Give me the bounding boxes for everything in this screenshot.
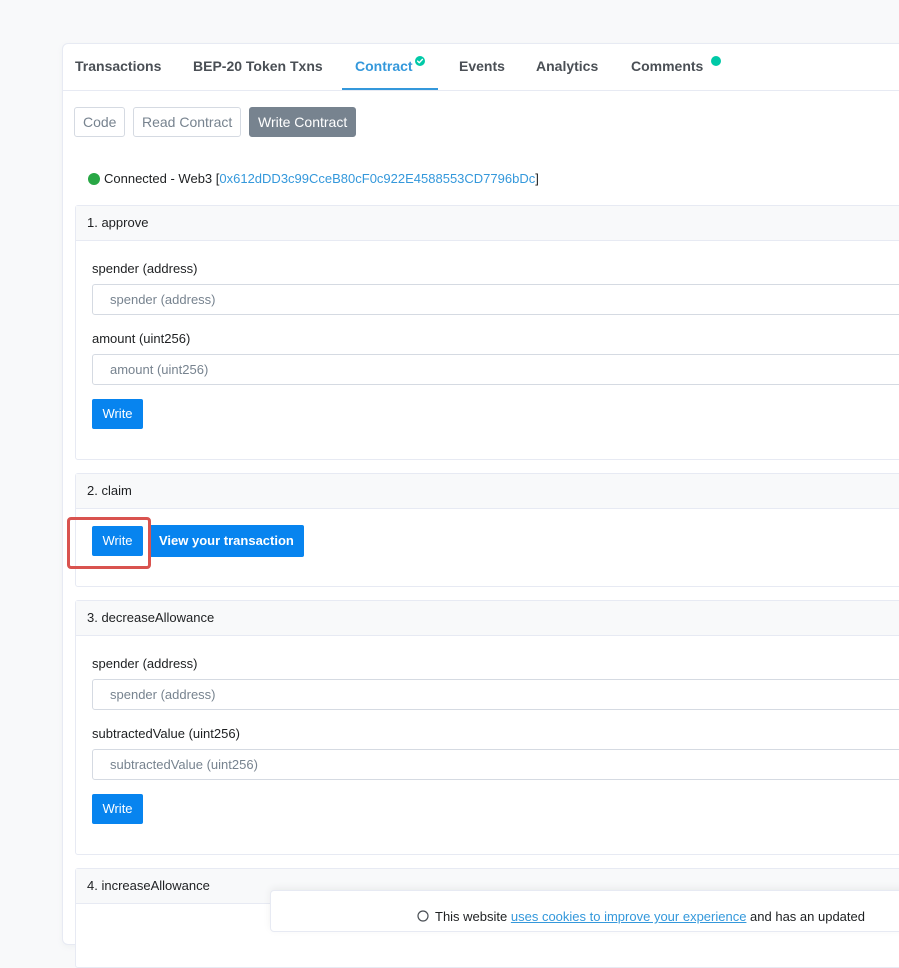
decrease-spender-label: spender (address) — [92, 656, 198, 671]
read-contract-button[interactable]: Read Contract — [133, 107, 242, 137]
info-icon — [417, 910, 429, 922]
subtracted-value-label: subtractedValue (uint256) — [92, 726, 240, 741]
cookie-banner-text: This website uses cookies to improve you… — [417, 909, 865, 924]
function-panel-claim: 2. claim Write View your transaction — [75, 473, 899, 587]
tab-transactions[interactable]: Transactions — [75, 58, 161, 74]
connection-status-suffix: ] — [535, 171, 539, 186]
approve-spender-label: spender (address) — [92, 261, 198, 276]
function-header-decrease-allowance[interactable]: 3. decreaseAllowance — [76, 601, 899, 636]
connection-status: Connected - Web3 [0x612dDD3c99CceB80cF0c… — [88, 171, 539, 186]
code-button[interactable]: Code — [74, 107, 126, 137]
write-contract-button[interactable]: Write Contract — [249, 107, 357, 137]
claim-write-button[interactable]: Write — [92, 526, 143, 556]
decrease-spender-input[interactable] — [92, 679, 899, 710]
view-your-transaction-button[interactable]: View your transaction — [149, 525, 304, 557]
tab-analytics[interactable]: Analytics — [536, 58, 598, 74]
tab-contract[interactable]: Contract — [355, 56, 425, 74]
approve-amount-label: amount (uint256) — [92, 331, 191, 346]
decrease-allowance-write-button[interactable]: Write — [92, 794, 143, 824]
connection-status-text: Connected - Web3 [ — [104, 171, 220, 186]
tab-contract-label: Contract — [355, 58, 413, 74]
function-panel-approve: 1. approve spender (address) amount (uin… — [75, 205, 899, 460]
cookie-suffix: and has an updated — [746, 909, 865, 924]
contract-card: Transactions BEP-20 Token Txns Contract … — [62, 43, 899, 968]
function-panel-decrease-allowance: 3. decreaseAllowance spender (address) s… — [75, 600, 899, 855]
subtracted-value-input[interactable] — [92, 749, 899, 780]
tab-comments[interactable]: Comments — [631, 58, 703, 74]
function-header-approve[interactable]: 1. approve — [76, 206, 899, 241]
cookie-banner: This website uses cookies to improve you… — [270, 890, 899, 932]
tab-events[interactable]: Events — [459, 58, 505, 74]
cookie-prefix: This website — [435, 909, 511, 924]
connected-dot-icon — [88, 172, 100, 185]
approve-write-button[interactable]: Write — [92, 399, 143, 429]
connected-address-link[interactable]: 0x612dDD3c99CceB80cF0c922E4588553CD7796b… — [219, 171, 535, 186]
function-header-claim[interactable]: 2. claim — [76, 474, 899, 509]
approve-amount-input[interactable] — [92, 354, 899, 385]
verified-check-icon — [414, 56, 425, 66]
approve-spender-input[interactable] — [92, 284, 899, 315]
tab-bep20-token-txns[interactable]: BEP-20 Token Txns — [193, 58, 323, 74]
tab-bar: Transactions BEP-20 Token Txns Contract … — [63, 44, 899, 91]
comments-badge-dot — [711, 56, 721, 66]
cookie-policy-link[interactable]: uses cookies to improve your experience — [511, 909, 747, 924]
active-tab-indicator — [342, 88, 438, 90]
